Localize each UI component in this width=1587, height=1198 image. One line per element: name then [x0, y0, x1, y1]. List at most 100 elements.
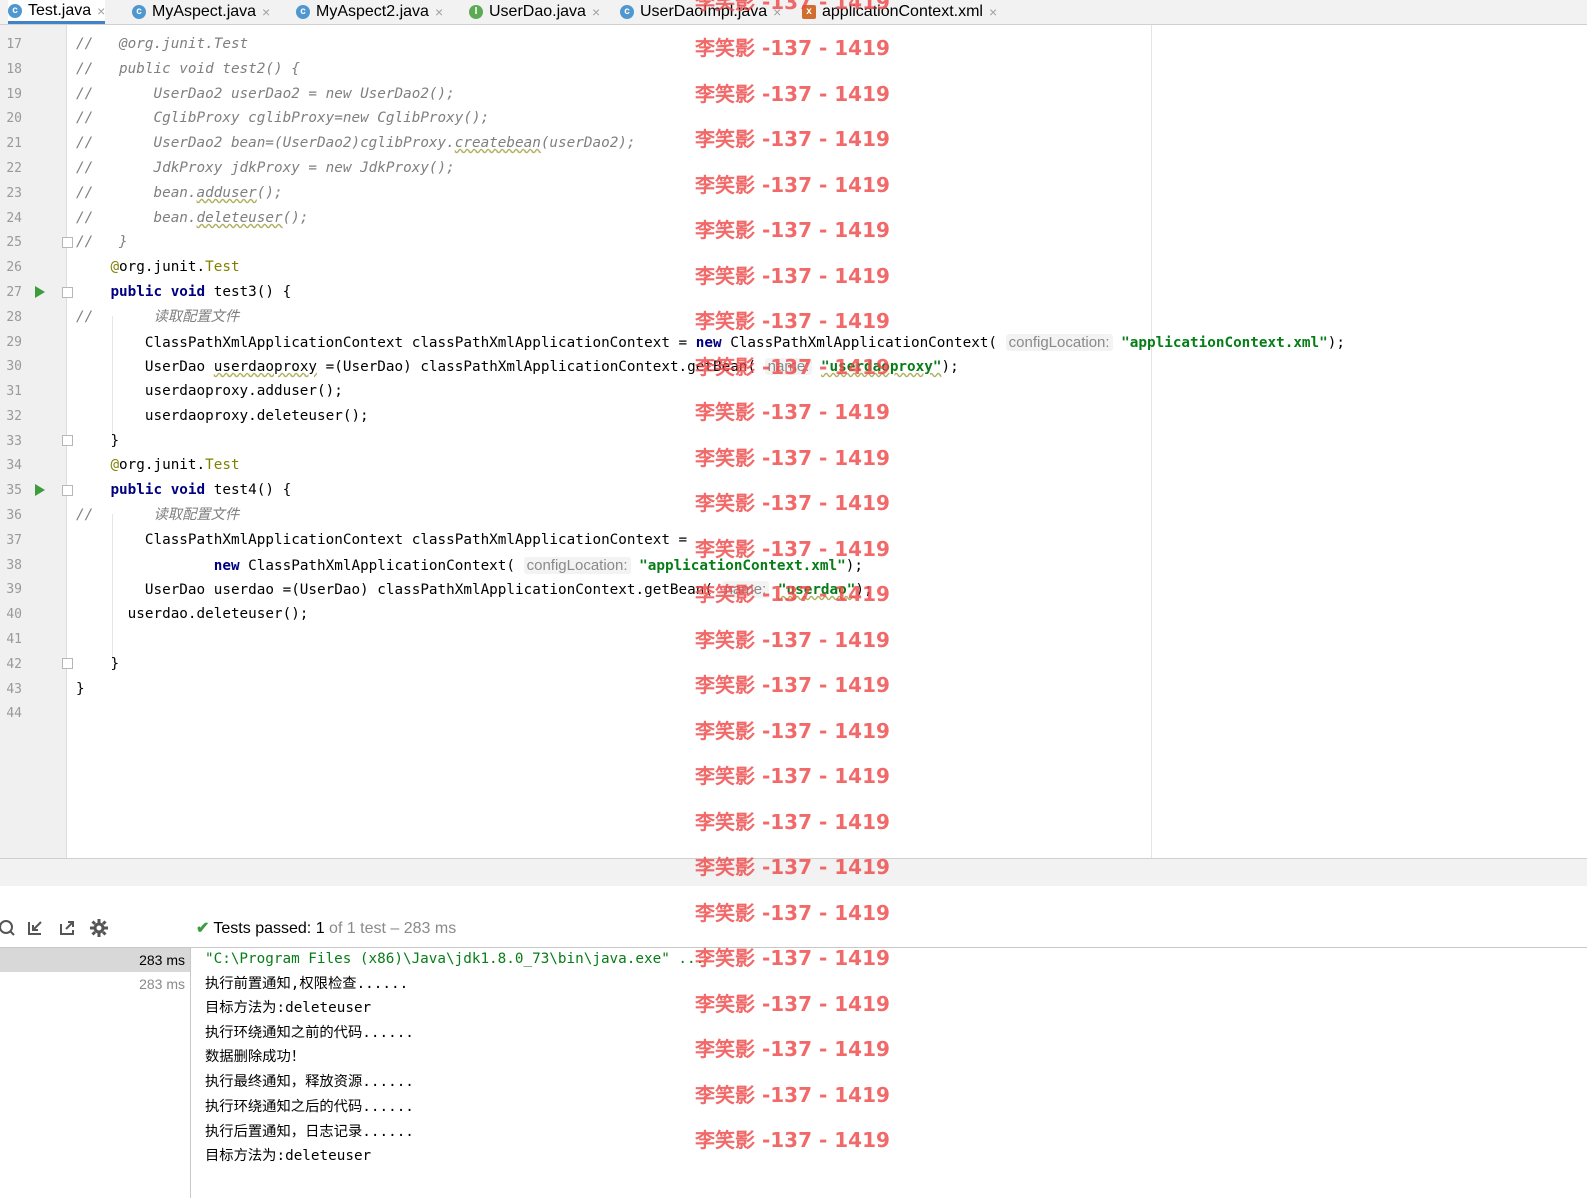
- run-toolbar: [0, 914, 190, 944]
- gear-icon[interactable]: [88, 918, 110, 940]
- line-number: 30: [6, 359, 22, 374]
- test-duration: 283 ms: [139, 976, 185, 992]
- close-icon[interactable]: ×: [773, 4, 781, 20]
- line-number: 29: [6, 335, 22, 350]
- code-line: // public void test2() {: [76, 61, 300, 77]
- line-number: 36: [6, 508, 22, 523]
- line-number: 23: [6, 186, 22, 201]
- line-number: 19: [6, 87, 22, 102]
- fold-icon[interactable]: [62, 435, 73, 446]
- import-icon[interactable]: [24, 918, 46, 940]
- watermark-text: 李笑影 -137 - 1419: [695, 992, 890, 1016]
- code-line: public void test3() {: [110, 284, 292, 300]
- tab-test-java[interactable]: c Test.java ×: [8, 0, 106, 24]
- code-editor[interactable]: 17 18 19 20 21 22 23 24 25 26 27 28 29 3…: [0, 25, 1587, 858]
- run-test-passed-icon[interactable]: [35, 484, 45, 496]
- line-number: 22: [6, 161, 22, 176]
- fold-icon[interactable]: [62, 485, 73, 496]
- right-margin-guide: [1151, 25, 1152, 858]
- close-icon[interactable]: ×: [989, 4, 997, 20]
- line-number: 35: [6, 483, 22, 498]
- class-icon: c: [8, 3, 22, 18]
- tab-userdaoimpl-java[interactable]: c UserDaoImpl.java ×: [620, 0, 781, 24]
- watermark-text: 李笑影 -137 - 1419: [695, 946, 890, 970]
- parameter-hint: configLocation:: [1005, 334, 1113, 351]
- code-line: @org.junit.Test: [110, 259, 240, 275]
- history-icon[interactable]: [0, 918, 18, 940]
- run-panel-header: [0, 859, 1587, 886]
- test-tree: 283 ms 283 ms: [0, 948, 191, 1198]
- console-line: 数据删除成功！: [205, 1049, 306, 1065]
- tab-label: UserDao.java: [489, 3, 586, 20]
- code-line: public void test4() {: [110, 482, 292, 498]
- tab-applicationcontext-xml[interactable]: x applicationContext.xml ×: [802, 0, 997, 24]
- check-icon: ✔: [196, 920, 210, 937]
- console-line: "C:\Program Files (x86)\Java\jdk1.8.0_73…: [205, 951, 705, 967]
- console-line: 执行环绕通知之前的代码......: [205, 1025, 414, 1041]
- tab-label: Test.java: [28, 1, 92, 19]
- close-icon[interactable]: ×: [262, 4, 270, 20]
- test-duration: 283 ms: [139, 952, 185, 968]
- line-number: 39: [6, 582, 22, 597]
- code-line: // bean.adduser();: [76, 185, 283, 201]
- passed-count: 1: [315, 920, 325, 937]
- code-line: // UserDao2 userDao2 = new UserDao2();: [76, 86, 455, 102]
- line-number: 26: [6, 260, 22, 275]
- test-tree-item[interactable]: 283 ms: [0, 972, 190, 996]
- console-line: 执行前置通知,权限检查......: [205, 976, 409, 992]
- code-line: // @org.junit.Test: [76, 36, 249, 52]
- run-test-icon[interactable]: [35, 286, 45, 298]
- line-number: 18: [6, 62, 22, 77]
- close-icon[interactable]: ×: [435, 4, 443, 20]
- test-tree-root[interactable]: 283 ms: [0, 948, 190, 972]
- console-line: 目标方法为:deleteuser: [205, 1148, 372, 1164]
- tab-myaspect2-java[interactable]: c MyAspect2.java ×: [296, 0, 443, 24]
- editor-tab-bar: c Test.java × c MyAspect.java × c MyAspe…: [0, 0, 1587, 25]
- tab-label: UserDaoImpl.java: [640, 3, 768, 20]
- tab-myaspect-java[interactable]: c MyAspect.java ×: [132, 0, 270, 24]
- close-icon[interactable]: ×: [97, 3, 105, 19]
- fold-icon[interactable]: [62, 287, 73, 298]
- console-line: 执行后置通知，日志记录......: [205, 1124, 414, 1140]
- code-line: }: [110, 433, 120, 449]
- status-summary: of 1 test – 283 ms: [329, 920, 457, 937]
- code-line: UserDao userdaoproxy =(UserDao) classPat…: [144, 358, 959, 375]
- test-status-bar: ✔ Tests passed: 1 of 1 test – 283 ms: [196, 917, 456, 941]
- class-icon: c: [296, 5, 310, 19]
- line-number: 42: [6, 657, 22, 672]
- code-line: userdaoproxy.deleteuser();: [144, 408, 369, 424]
- interface-icon: I: [469, 5, 483, 19]
- tab-userdao-java[interactable]: I UserDao.java ×: [469, 0, 600, 24]
- line-number: 37: [6, 533, 22, 548]
- code-line: // UserDao2 bean=(UserDao2)cglibProxy.cr…: [76, 135, 636, 151]
- line-number: 25: [6, 235, 22, 250]
- line-number: 34: [6, 458, 22, 473]
- code-line: // }: [76, 234, 128, 250]
- code-line: @org.junit.Test: [110, 457, 240, 473]
- close-icon[interactable]: ×: [592, 4, 600, 20]
- code-line: // bean.deleteuser();: [76, 210, 309, 226]
- line-number: 20: [6, 111, 22, 126]
- fold-icon[interactable]: [62, 237, 73, 248]
- parameter-hint: name:: [764, 358, 813, 375]
- code-line: userdaoproxy.adduser();: [144, 383, 343, 399]
- line-number: 38: [6, 558, 22, 573]
- console-line: 目标方法为:deleteuser: [205, 1000, 372, 1016]
- status-label: Tests passed:: [213, 920, 312, 937]
- watermark-text: 李笑影 -137 - 1419: [695, 1037, 890, 1061]
- code-line: // CglibProxy cglibProxy=new CglibProxy(…: [76, 110, 490, 126]
- export-icon[interactable]: [56, 918, 78, 940]
- line-number: 24: [6, 211, 22, 226]
- code-line: UserDao userdao =(UserDao) classPathXmlA…: [144, 581, 873, 598]
- code-line: ClassPathXmlApplicationContext classPath…: [144, 334, 1345, 351]
- fold-icon[interactable]: [62, 658, 73, 669]
- parameter-hint: name:: [721, 581, 770, 598]
- tab-label: MyAspect.java: [152, 3, 257, 20]
- watermark-text: 李笑影 -137 - 1419: [695, 901, 890, 925]
- tab-label: applicationContext.xml: [822, 3, 983, 20]
- code-line: // 读取配置文件: [76, 309, 240, 325]
- line-number: 21: [6, 136, 22, 151]
- tab-label: MyAspect2.java: [316, 3, 429, 20]
- line-number: 27: [6, 285, 22, 300]
- line-number: 31: [6, 384, 22, 399]
